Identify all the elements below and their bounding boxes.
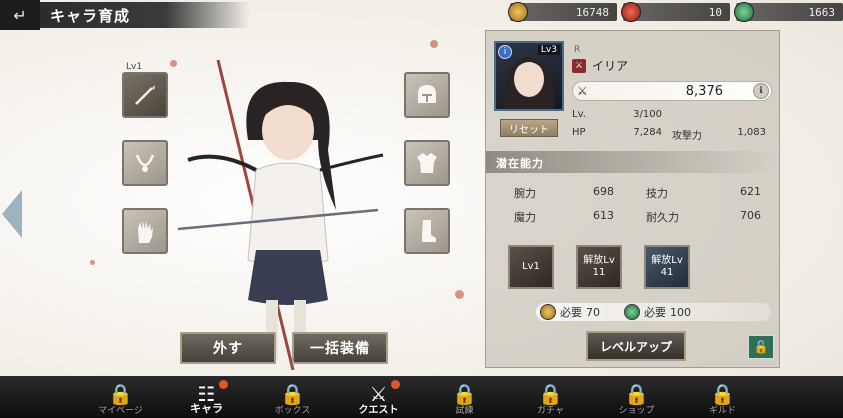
potential-stat: 魔力 613 <box>514 209 614 224</box>
accessory-slot[interactable] <box>122 140 168 186</box>
weapon-slot[interactable]: Lv1 <box>122 62 168 118</box>
nav-character[interactable]: ☷ キャラ <box>164 376 250 418</box>
back-arrow-icon: ↵ <box>13 5 27 25</box>
character-info-panel: i Lv3 リセット R ⚔ イリア ⚔ 8,376 ℹ Lv. 3/100 H… <box>485 30 780 368</box>
level-up-button[interactable]: レベルアップ <box>586 331 686 361</box>
info-badge: i <box>498 45 512 59</box>
card-level: Lv3 <box>537 45 560 55</box>
header-title-bar: キャラ育成 <box>40 2 250 28</box>
gloves-slot[interactable] <box>122 208 168 254</box>
nav-quest[interactable]: ⚔ クエスト <box>336 376 422 418</box>
paint-splatter <box>90 260 95 265</box>
attack-label: 攻撃力 <box>672 131 702 142</box>
paint-splatter <box>430 40 438 48</box>
nav-box[interactable]: 🔒 ボックス <box>250 376 336 418</box>
hp-label: HP <box>572 127 586 138</box>
nav-guild[interactable]: 🔒 ギルド <box>680 376 766 418</box>
gold-coin-icon <box>508 2 528 22</box>
unlock-icon: 🔓 <box>753 340 769 354</box>
red-gem-icon <box>621 2 641 22</box>
weapon-type-icon: ⚔ <box>572 58 586 73</box>
nav-shop[interactable]: 🔒 ショップ <box>594 376 680 418</box>
boots-icon <box>422 220 436 242</box>
power-detail-button[interactable]: ℹ <box>753 83 769 99</box>
hp-row: HP 7,284 <box>572 127 662 138</box>
notification-dot <box>390 380 400 389</box>
level-up-requirements: 必要 70 必要 100 <box>536 303 771 321</box>
hp-value: 7,284 <box>633 127 662 138</box>
potential-header: 潜在能力 <box>486 151 779 173</box>
potential-stat: 腕力 698 <box>514 185 614 200</box>
page-title: キャラ育成 <box>50 6 131 25</box>
nav-mypage[interactable]: 🔒 マイページ <box>78 376 164 418</box>
skill-slot-2[interactable]: 解放Lv 11 <box>576 245 622 289</box>
paint-splatter <box>170 60 177 67</box>
green-gem-icon <box>734 2 754 22</box>
unlock-toggle-button[interactable]: 🔓 <box>748 335 774 359</box>
character-portrait <box>178 60 384 370</box>
rarity-label: R <box>574 45 581 55</box>
boots-slot[interactable] <box>404 208 450 254</box>
gold-coin-icon <box>540 304 556 320</box>
unequip-button[interactable]: 外す <box>180 332 276 364</box>
level-row: Lv. 3/100 <box>572 109 662 120</box>
skill-slot-3[interactable]: 解放Lv 41 <box>644 245 690 289</box>
skill-slot-1[interactable]: Lv1 <box>508 245 554 289</box>
back-button[interactable]: ↵ <box>0 0 40 30</box>
spear-icon <box>135 85 155 105</box>
combat-power-bar: ⚔ 8,376 ℹ <box>572 81 772 101</box>
character-name-row: ⚔ イリア <box>572 57 628 74</box>
paint-splatter <box>455 290 464 299</box>
green-gem-currency: 1663 <box>734 2 843 22</box>
level-label: Lv. <box>572 109 586 120</box>
armor-icon <box>417 153 437 173</box>
character-name: イリア <box>592 59 629 73</box>
screen-header: ↵ キャラ育成 <box>0 0 250 30</box>
necklace-icon <box>135 154 155 172</box>
potential-stat: 技力 621 <box>646 185 761 200</box>
potential-stat: 耐久力 706 <box>646 209 761 224</box>
armor-slot[interactable] <box>404 140 450 186</box>
green-gem-amount: 1663 <box>808 5 836 19</box>
attack-row: 攻撃力 1,083 <box>672 127 766 142</box>
weapon-level: Lv1 <box>126 62 143 72</box>
glove-icon <box>138 221 153 243</box>
nav-trial[interactable]: 🔒 試練 <box>422 376 508 418</box>
level-value: 3/100 <box>633 109 662 120</box>
notification-dot <box>218 380 228 389</box>
nav-gacha[interactable]: 🔒 ガチャ <box>508 376 594 418</box>
reset-button[interactable]: リセット <box>500 119 558 137</box>
green-gem-icon <box>624 304 640 320</box>
gold-amount: 16748 <box>575 5 609 19</box>
combat-power-value: 8,376 <box>685 83 723 99</box>
helmet-icon <box>418 85 436 103</box>
helmet-slot[interactable] <box>404 72 450 118</box>
red-gem-currency: 10 <box>621 2 730 22</box>
prev-character-arrow[interactable] <box>2 190 22 238</box>
attack-value: 1,083 <box>737 127 766 138</box>
currency-bar: 16748 10 1663 <box>508 2 843 23</box>
equip-all-button[interactable]: 一括装備 <box>292 332 388 364</box>
gold-currency: 16748 <box>508 2 617 22</box>
character-card[interactable]: i Lv3 <box>494 41 564 111</box>
red-gem-amount: 10 <box>708 5 722 19</box>
bottom-navigation: 🔒 マイページ ☷ キャラ 🔒 ボックス ⚔ クエスト 🔒 試練 🔒 ガチャ 🔒… <box>0 376 843 418</box>
